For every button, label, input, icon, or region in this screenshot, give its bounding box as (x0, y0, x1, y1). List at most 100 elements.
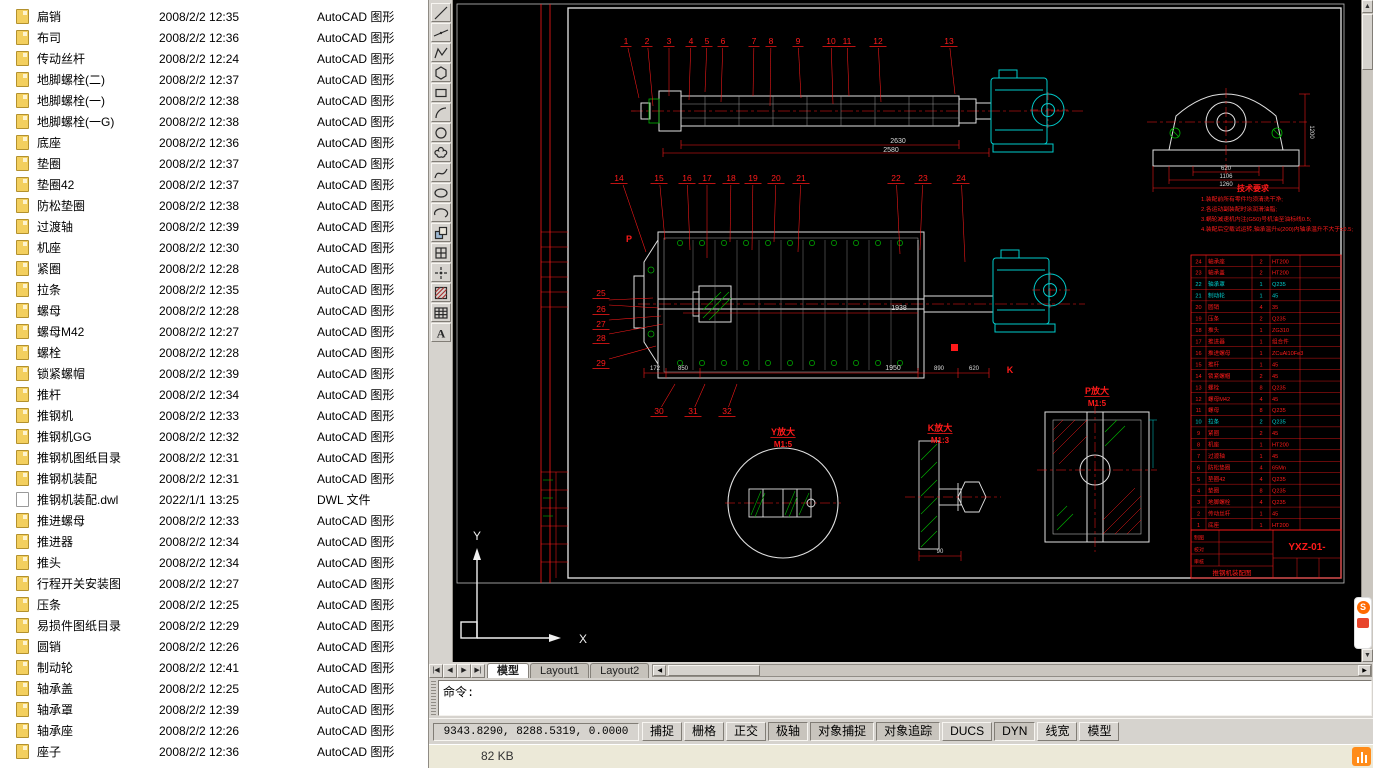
tool-mkblock-button[interactable] (431, 243, 451, 262)
file-row[interactable]: 制动轮2008/2/2 12:41AutoCAD 图形 (0, 657, 428, 678)
file-row[interactable]: 螺母M422008/2/2 12:27AutoCAD 图形 (0, 321, 428, 342)
file-row[interactable]: 紧圈2008/2/2 12:28AutoCAD 图形 (0, 258, 428, 279)
horizontal-scroll-thumb[interactable] (668, 665, 760, 676)
vertical-scroll-thumb[interactable] (1362, 14, 1373, 70)
status-toggle-线宽[interactable]: 线宽 (1037, 722, 1077, 741)
file-row[interactable]: 垫圈2008/2/2 12:37AutoCAD 图形 (0, 153, 428, 174)
file-row[interactable]: 轴承座2008/2/2 12:26AutoCAD 图形 (0, 720, 428, 741)
tool-circle-button[interactable] (431, 123, 451, 142)
file-row[interactable]: 锁紧螺帽2008/2/2 12:39AutoCAD 图形 (0, 363, 428, 384)
file-row[interactable]: 布司2008/2/2 12:36AutoCAD 图形 (0, 27, 428, 48)
file-row[interactable]: 推杆2008/2/2 12:34AutoCAD 图形 (0, 384, 428, 405)
file-date: 2008/2/2 12:38 (159, 94, 317, 108)
dwg-file-icon (16, 576, 29, 591)
status-toggle-栅格[interactable]: 栅格 (684, 722, 724, 741)
tool-ellipsearc-button[interactable] (431, 203, 451, 222)
svg-text:22: 22 (891, 173, 901, 183)
tool-polygon-button[interactable] (431, 63, 451, 82)
status-toggle-对象追踪[interactable]: 对象追踪 (876, 722, 940, 741)
file-row[interactable]: 推头2008/2/2 12:34AutoCAD 图形 (0, 552, 428, 573)
status-toggle-DUCS[interactable]: DUCS (942, 722, 992, 741)
file-row[interactable]: 行程开关安装图2008/2/2 12:27AutoCAD 图形 (0, 573, 428, 594)
tool-table-button[interactable] (431, 303, 451, 322)
file-row[interactable]: 圆销2008/2/2 12:26AutoCAD 图形 (0, 636, 428, 657)
file-row[interactable]: 机座2008/2/2 12:30AutoCAD 图形 (0, 237, 428, 258)
tab-nav-0[interactable]: |◀ (429, 664, 443, 678)
file-row[interactable]: 推钢机装配.dwl2022/1/1 13:25DWL 文件 (0, 489, 428, 510)
file-row[interactable]: 过渡轴2008/2/2 12:39AutoCAD 图形 (0, 216, 428, 237)
command-window-grip[interactable] (431, 681, 436, 715)
file-row[interactable]: 地脚螺栓(二)2008/2/2 12:37AutoCAD 图形 (0, 69, 428, 90)
file-row[interactable]: 地脚螺栓(一G)2008/2/2 12:38AutoCAD 图形 (0, 111, 428, 132)
tab-nav-2[interactable]: ▶ (457, 664, 471, 678)
file-row[interactable]: 防松垫圈2008/2/2 12:38AutoCAD 图形 (0, 195, 428, 216)
tool-mtext-button[interactable]: A (431, 323, 451, 342)
tool-spline-button[interactable] (431, 163, 451, 182)
file-row[interactable]: 推钢机GG2008/2/2 12:32AutoCAD 图形 (0, 426, 428, 447)
file-row[interactable]: 推钢机装配2008/2/2 12:31AutoCAD 图形 (0, 468, 428, 489)
file-row[interactable]: 轴承罩2008/2/2 12:39AutoCAD 图形 (0, 699, 428, 720)
file-type: DWL 文件 (317, 491, 428, 508)
status-toggle-对象捕捉[interactable]: 对象捕捉 (810, 722, 874, 741)
drawing-area[interactable]: Y X YXZ-01- 推钢机装配图 技术要求 2630258019381728… (453, 0, 1361, 662)
file-row[interactable]: 扁销2008/2/2 12:35AutoCAD 图形 (0, 6, 428, 27)
file-row[interactable]: 螺栓2008/2/2 12:28AutoCAD 图形 (0, 342, 428, 363)
svg-text:A: A (436, 326, 445, 340)
file-row[interactable]: 轴承盖2008/2/2 12:25AutoCAD 图形 (0, 678, 428, 699)
ime-floating-bar[interactable]: S (1354, 597, 1372, 649)
ime-keyboard-icon[interactable] (1357, 618, 1369, 628)
mkblock-icon (433, 245, 449, 261)
tool-line-button[interactable] (431, 3, 451, 22)
detail-p-view (1037, 404, 1157, 552)
file-row[interactable]: 底座2008/2/2 12:36AutoCAD 图形 (0, 132, 428, 153)
scroll-down-arrow[interactable]: ▼ (1362, 649, 1373, 662)
tool-pline-button[interactable] (431, 43, 451, 62)
ime-tray-icon[interactable] (1352, 747, 1371, 766)
sogou-s-icon[interactable]: S (1357, 601, 1370, 614)
tool-xline-button[interactable] (431, 23, 451, 42)
point-icon (433, 265, 449, 281)
file-row[interactable]: 推钢机2008/2/2 12:33AutoCAD 图形 (0, 405, 428, 426)
tool-ellipse-button[interactable] (431, 183, 451, 202)
file-row[interactable]: 易损件图纸目录2008/2/2 12:29AutoCAD 图形 (0, 615, 428, 636)
file-row[interactable]: 推进螺母2008/2/2 12:33AutoCAD 图形 (0, 510, 428, 531)
tool-rect-button[interactable] (431, 83, 451, 102)
file-row[interactable]: 座子2008/2/2 12:36AutoCAD 图形 (0, 741, 428, 762)
vertical-scrollbar[interactable]: ▲ ▼ (1361, 0, 1373, 662)
file-row[interactable]: 压条2008/2/2 12:25AutoCAD 图形 (0, 594, 428, 615)
tab-layout1[interactable]: Layout1 (530, 663, 589, 678)
status-toggle-DYN[interactable]: DYN (994, 722, 1035, 741)
tab-模型[interactable]: 模型 (487, 663, 529, 678)
tab-nav-1[interactable]: ◀ (443, 664, 457, 678)
file-row[interactable]: 推钢机图纸目录2008/2/2 12:31AutoCAD 图形 (0, 447, 428, 468)
svg-text:11: 11 (1196, 408, 1202, 414)
tool-insblock-button[interactable] (431, 223, 451, 242)
scroll-up-arrow[interactable]: ▲ (1362, 0, 1373, 13)
svg-text:Q235: Q235 (1272, 477, 1286, 483)
file-row[interactable]: 地脚螺栓(一)2008/2/2 12:38AutoCAD 图形 (0, 90, 428, 111)
tool-hatch-button[interactable] (431, 283, 451, 302)
coordinate-display[interactable]: 9343.8290, 8288.5319, 0.0000 (433, 723, 639, 741)
scroll-left-arrow[interactable]: ◀ (653, 665, 666, 676)
status-toggle-捕捉[interactable]: 捕捉 (642, 722, 682, 741)
layout-tabs: 模型Layout1Layout2 (487, 663, 650, 678)
svg-text:2: 2 (645, 36, 650, 46)
svg-text:22: 22 (1195, 282, 1201, 288)
tab-layout2[interactable]: Layout2 (590, 663, 649, 678)
tool-revcloud-button[interactable] (431, 143, 451, 162)
file-row[interactable]: 推进器2008/2/2 12:34AutoCAD 图形 (0, 531, 428, 552)
status-toggle-极轴[interactable]: 极轴 (768, 722, 808, 741)
file-row[interactable]: 传动丝杆2008/2/2 12:24AutoCAD 图形 (0, 48, 428, 69)
status-toggle-正交[interactable]: 正交 (726, 722, 766, 741)
scroll-right-arrow[interactable]: ▶ (1358, 665, 1371, 676)
file-row[interactable]: 螺母2008/2/2 12:28AutoCAD 图形 (0, 300, 428, 321)
file-row[interactable]: 拉条2008/2/2 12:35AutoCAD 图形 (0, 279, 428, 300)
file-row[interactable]: 垫圈422008/2/2 12:37AutoCAD 图形 (0, 174, 428, 195)
tab-nav-3[interactable]: ▶| (471, 664, 485, 678)
tool-arc-button[interactable] (431, 103, 451, 122)
tool-point-button[interactable] (431, 263, 451, 282)
horizontal-scrollbar[interactable]: ◀ ▶ (652, 664, 1372, 677)
status-toggle-模型[interactable]: 模型 (1079, 722, 1119, 741)
command-input[interactable]: 命令: (438, 680, 1372, 716)
drawing-canvas[interactable]: Y X YXZ-01- 推钢机装配图 技术要求 2630258019381728… (453, 0, 1361, 662)
